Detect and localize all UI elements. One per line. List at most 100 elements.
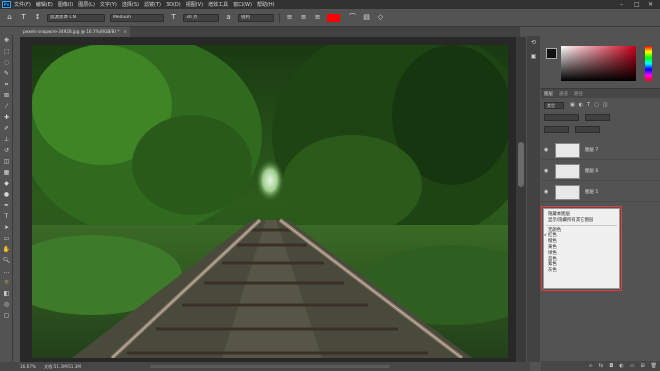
rectangle-tool-icon[interactable]: ▭ (0, 233, 13, 244)
properties-panel-icon[interactable]: ▣ (527, 50, 540, 64)
menu-layer[interactable]: 图层(L) (78, 1, 95, 8)
healing-brush-icon[interactable]: ✚ (0, 112, 13, 123)
marquee-tool-icon[interactable]: ⬚ (0, 46, 13, 57)
eraser-tool-icon[interactable]: ◫ (0, 156, 13, 167)
color-picker-field[interactable] (561, 46, 636, 81)
text-color-swatch[interactable] (327, 13, 340, 22)
fill-field[interactable] (575, 125, 600, 133)
maximize-icon[interactable]: □ (634, 1, 640, 8)
eyedropper-icon[interactable]: ⁄ (0, 101, 13, 112)
close-tab-icon[interactable]: × (123, 27, 127, 37)
vertical-scrollbar[interactable] (516, 37, 526, 362)
dodge-tool-icon[interactable]: ● (0, 189, 13, 200)
railway-forest-photo (32, 45, 508, 358)
blur-tool-icon[interactable]: ◆ (0, 178, 13, 189)
tab-layers[interactable]: 图层 (544, 91, 553, 97)
align-center-icon[interactable]: ≡ (299, 13, 308, 22)
new-layer-icon[interactable]: ⊞ (640, 363, 644, 369)
horizontal-scrollbar[interactable] (150, 365, 390, 368)
home-icon[interactable]: ⌂ (5, 13, 14, 22)
document-tab[interactable]: pexels-snapwire-34928.jpg @ 16.7%(RGB/8)… (20, 27, 130, 37)
tab-channels[interactable]: 通道 (559, 91, 568, 97)
edit-toolbar-icon[interactable]: ☼ (0, 277, 13, 288)
menu-edit[interactable]: 编辑(E) (36, 1, 53, 8)
lasso-tool-icon[interactable]: ◌ (0, 57, 13, 68)
crop-tool-icon[interactable]: ⌗ (0, 79, 13, 90)
visibility-eye-icon[interactable]: ◉ (544, 168, 548, 174)
move-tool-icon[interactable]: ✥ (0, 35, 13, 46)
blend-mode-select[interactable] (544, 113, 579, 121)
smart-object-filter-icon[interactable]: ◫ (603, 102, 608, 108)
tab-paths[interactable]: 路径 (574, 91, 583, 97)
layer-name[interactable]: 图层 6 (585, 168, 598, 174)
zoom-level[interactable]: 16.67% (20, 364, 36, 369)
delete-layer-icon[interactable]: 🗑︎ (651, 363, 657, 369)
3d-icon[interactable]: ◇ (376, 13, 385, 22)
canvas-area[interactable] (20, 37, 516, 362)
align-left-icon[interactable]: ≡ (285, 13, 294, 22)
layer-name[interactable]: 图层 5 (585, 189, 598, 195)
layer-style-icon[interactable]: fx (599, 363, 604, 369)
foreground-background-icon[interactable]: ◧ (0, 288, 13, 299)
menu-type[interactable]: 文字(Y) (100, 1, 117, 8)
menu-3d[interactable]: 3D(D) (166, 2, 181, 8)
antialias-select[interactable]: 锐利 (238, 13, 274, 22)
link-layers-icon[interactable]: ∞ (588, 363, 592, 369)
vertical-scroll-thumb[interactable] (518, 142, 524, 187)
quick-select-icon[interactable]: ✎ (0, 68, 13, 79)
hand-tool-icon[interactable]: ✋ (0, 244, 13, 255)
menu-select[interactable]: 选择(S) (122, 1, 139, 8)
new-group-icon[interactable]: ▭ (630, 363, 635, 369)
brush-tool-icon[interactable]: ✐ (0, 123, 13, 134)
layers-footer: ∞ fx ◘ ◐ ▭ ⊞ 🗑︎ (541, 361, 660, 371)
visibility-eye-icon[interactable]: ◉ (544, 189, 548, 195)
menu-plugins[interactable]: 增效工具 (208, 1, 228, 8)
layer-row[interactable]: ◉ 图层 5 (541, 182, 660, 202)
menu-window[interactable]: 窗口(W) (233, 1, 252, 8)
layer-row[interactable]: ◉ 图层 6 (541, 161, 660, 181)
pen-tool-icon[interactable]: ✒ (0, 200, 13, 211)
layer-row[interactable]: ◉ 图层 7 (541, 140, 660, 160)
visibility-eye-icon[interactable]: ◉ (544, 147, 548, 153)
font-style-select[interactable]: Medium (110, 13, 164, 22)
layer-filter-select[interactable]: 类型 (544, 101, 564, 109)
menu-view[interactable]: 视图(V) (186, 1, 203, 8)
character-panel-icon[interactable]: ▤ (362, 13, 371, 22)
layer-name[interactable]: 图层 7 (585, 147, 598, 153)
close-icon[interactable]: ✕ (648, 1, 653, 8)
adjustment-layer-icon[interactable]: ◐ (619, 363, 623, 369)
font-size-select[interactable]: 30 点 (183, 13, 219, 22)
warp-text-icon[interactable]: ⌒ (348, 13, 357, 22)
quick-mask-icon[interactable]: ◎ (0, 299, 13, 310)
pixel-filter-icon[interactable]: ▣ (570, 102, 575, 108)
type-tool-icon[interactable]: T (19, 13, 28, 22)
menu-file[interactable]: 文件(F) (14, 1, 31, 8)
history-panel-icon[interactable]: ⟲ (527, 36, 540, 50)
document-info[interactable]: 文档:51.3M/51.3M (44, 364, 81, 370)
zoom-tool-icon[interactable]: 🔍︎ (0, 255, 13, 266)
history-brush-icon[interactable]: ↺ (0, 145, 13, 156)
adjustment-filter-icon[interactable]: ◐ (579, 102, 583, 108)
text-filter-icon[interactable]: T (587, 102, 590, 108)
hue-slider[interactable] (645, 46, 652, 81)
clone-stamp-icon[interactable]: ⊥ (0, 134, 13, 145)
gradient-tool-icon[interactable]: ▦ (0, 167, 13, 178)
menu-filter[interactable]: 滤镜(T) (144, 1, 161, 8)
screen-mode-icon[interactable]: ▢ (0, 310, 13, 321)
type-tool-icon[interactable]: T (0, 211, 13, 222)
more-tools-icon[interactable]: … (0, 266, 13, 277)
menu-help[interactable]: 帮助(H) (257, 1, 275, 8)
minimize-icon[interactable]: – (620, 1, 623, 8)
frame-tool-icon[interactable]: ⊠ (0, 90, 13, 101)
shape-filter-icon[interactable]: ▢ (594, 102, 599, 108)
path-select-icon[interactable]: ➤ (0, 222, 13, 233)
font-family-select[interactable]: 思源黑体 CN (47, 13, 105, 22)
document-tab-bar: pexels-snapwire-34928.jpg @ 16.7%(RGB/8)… (20, 27, 520, 37)
lock-options[interactable] (544, 125, 569, 133)
foreground-color-swatch[interactable] (546, 48, 557, 59)
orientation-icon[interactable]: ↕ (33, 13, 42, 22)
menu-image[interactable]: 图像(I) (58, 1, 73, 8)
align-right-icon[interactable]: ≡ (313, 13, 322, 22)
layer-mask-icon[interactable]: ◘ (609, 363, 613, 369)
opacity-field[interactable] (585, 113, 610, 121)
